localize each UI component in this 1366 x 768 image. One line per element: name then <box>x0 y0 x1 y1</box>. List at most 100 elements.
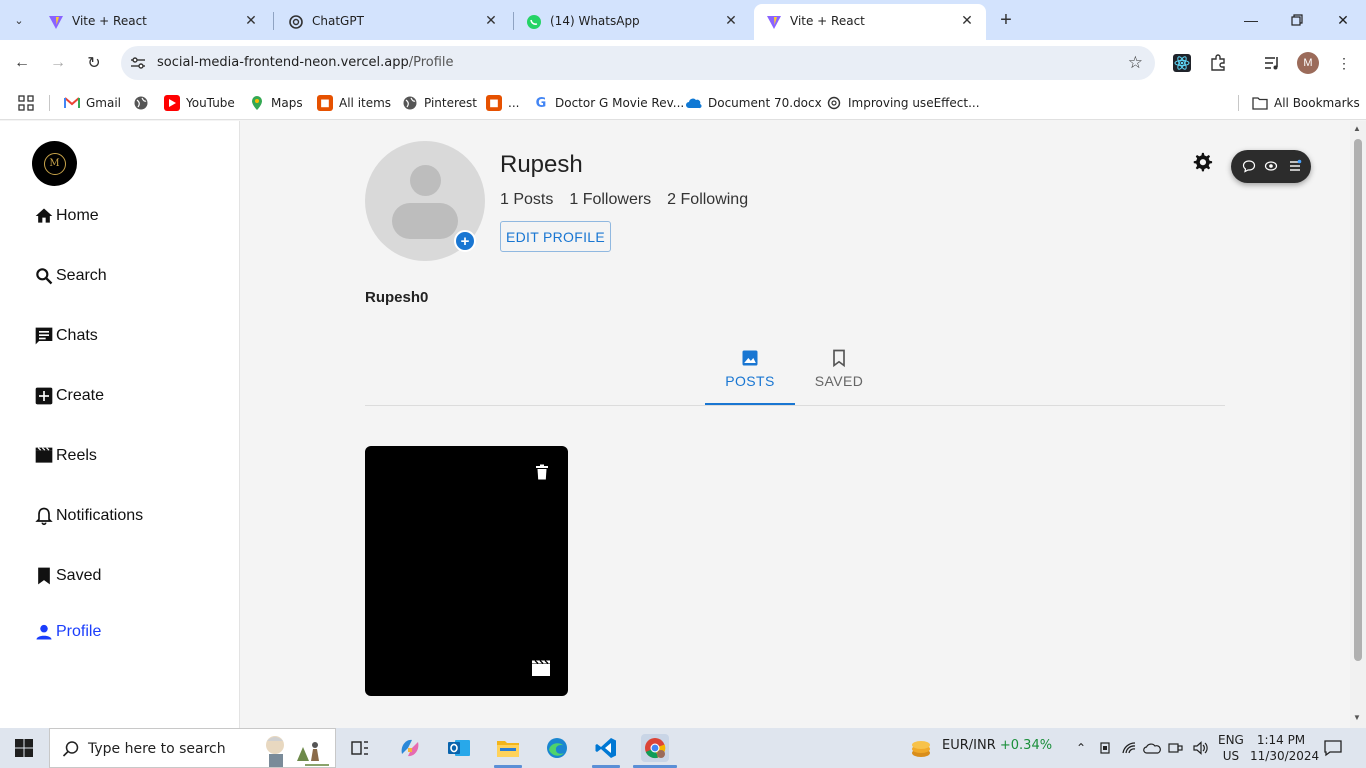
restore-button[interactable] <box>1283 6 1311 34</box>
scroll-up-arrow-icon[interactable]: ▲ <box>1353 124 1361 133</box>
windows-start-icon[interactable] <box>0 728 48 768</box>
url-host: social-media-frontend-neon.vercel.app <box>157 55 409 70</box>
minimize-button[interactable]: — <box>1237 6 1265 34</box>
address-bar[interactable]: social-media-frontend-neon.vercel.app/Pr… <box>121 46 1155 80</box>
post-thumbnail[interactable] <box>365 446 568 696</box>
onedrive-cloud-icon[interactable] <box>1143 739 1161 757</box>
sidebar-item-notifications[interactable]: Notifications <box>34 503 143 529</box>
box-icon: ■ <box>317 95 333 111</box>
add-box-icon <box>34 386 54 406</box>
bookmark-youtube[interactable]: YouTube <box>164 93 235 113</box>
tab-label: SAVED <box>814 373 864 389</box>
device-tray-icon[interactable] <box>1096 739 1114 757</box>
scrollbar-thumb[interactable] <box>1354 139 1362 661</box>
bookmark-doctor-g[interactable]: G Doctor G Movie Rev... <box>533 93 685 113</box>
sidebar-item-saved[interactable]: Saved <box>34 563 101 589</box>
bookmark-all-items[interactable]: ■ All items <box>317 93 391 113</box>
currency-ticker[interactable]: EUR/INR +0.34% <box>942 738 1052 753</box>
tab-title: Vite + React <box>72 14 147 28</box>
apps-grid-icon[interactable] <box>18 93 34 113</box>
wifi-icon[interactable] <box>1120 739 1138 757</box>
bookmark-document[interactable]: Document 70.docx <box>686 93 822 113</box>
chrome-icon[interactable] <box>641 734 669 762</box>
sidebar-item-home[interactable]: Home <box>34 203 99 229</box>
bookmark-globe[interactable] <box>133 93 155 113</box>
all-bookmarks-folder[interactable]: All Bookmarks <box>1252 93 1360 113</box>
tab-separator <box>273 12 274 30</box>
sidebar-item-label: Search <box>56 267 107 284</box>
bookmark-label: ... <box>508 96 520 110</box>
vscode-icon[interactable] <box>592 734 620 762</box>
bookmark-gmail[interactable]: Gmail <box>64 93 121 113</box>
browser-tab-vite-1[interactable]: Vite + React ✕ <box>36 4 270 40</box>
settings-gear-icon[interactable] <box>1190 150 1214 174</box>
followers-count[interactable]: 1 Followers <box>569 191 651 209</box>
menu-lines-icon[interactable] <box>1287 158 1303 174</box>
edit-profile-button[interactable]: EDIT PROFILE <box>500 221 611 252</box>
copilot-icon[interactable] <box>396 734 424 762</box>
ticker-change: +0.34% <box>999 738 1053 753</box>
react-devtools-icon[interactable] <box>1170 51 1194 75</box>
sidebar-item-profile[interactable]: Profile <box>34 619 101 645</box>
following-count[interactable]: 2 Following <box>667 191 748 209</box>
movie-icon <box>34 446 54 466</box>
bookmark-label: All Bookmarks <box>1274 96 1360 110</box>
volume-speaker-icon[interactable] <box>1192 739 1210 757</box>
close-window-button[interactable]: ✕ <box>1329 6 1357 34</box>
sidebar-item-chats[interactable]: Chats <box>34 323 98 349</box>
close-tab-icon[interactable]: ✕ <box>242 12 260 30</box>
sidebar-item-reels[interactable]: Reels <box>34 443 97 469</box>
show-hidden-icons-chevron-icon[interactable]: ⌃ <box>1072 739 1090 757</box>
bookmark-label: Maps <box>271 96 303 110</box>
browser-tab-chatgpt[interactable]: ChatGPT ✕ <box>276 4 510 40</box>
taskbar-search-box[interactable]: Type here to search <box>49 728 336 768</box>
close-tab-icon[interactable]: ✕ <box>958 12 976 30</box>
edge-browser-icon[interactable] <box>543 734 571 762</box>
box-icon: ■ <box>486 95 502 111</box>
site-info-icon[interactable] <box>129 54 147 72</box>
browser-menu-kebab-icon[interactable]: ⋮ <box>1332 51 1356 75</box>
sidebar-item-create[interactable]: Create <box>34 383 104 409</box>
tab-saved[interactable]: SAVED <box>794 345 884 405</box>
eye-toggle-icon[interactable] <box>1263 158 1279 174</box>
notification-center-icon[interactable] <box>1323 738 1343 758</box>
close-tab-icon[interactable]: ✕ <box>722 12 740 30</box>
close-tab-icon[interactable]: ✕ <box>482 12 500 30</box>
bookmark-maps[interactable]: Maps <box>249 93 303 113</box>
network-icon[interactable] <box>1167 739 1185 757</box>
delete-trash-icon[interactable] <box>534 464 550 480</box>
chatgpt-favicon-icon <box>288 14 304 30</box>
outlook-icon[interactable] <box>445 734 473 762</box>
bookmark-useeffect[interactable]: Improving useEffect... <box>826 93 980 113</box>
whatsapp-favicon-icon <box>526 14 542 30</box>
tab-search-chevron-icon[interactable]: ⌄ <box>8 9 30 31</box>
media-controls-icon[interactable] <box>1260 51 1284 75</box>
bookmark-pinterest[interactable]: Pinterest <box>402 93 477 113</box>
comment-bubble-icon[interactable] <box>1241 158 1257 174</box>
bookmark-star-icon[interactable]: ☆ <box>1128 53 1143 73</box>
input-language-indicator[interactable]: ENG US <box>1218 732 1244 764</box>
back-arrow-icon[interactable]: ← <box>10 51 34 75</box>
bookmark-label: Improving useEffect... <box>848 96 980 110</box>
reload-icon[interactable]: ↻ <box>82 51 106 75</box>
extensions-puzzle-icon[interactable] <box>1206 51 1230 75</box>
posts-count[interactable]: 1 Posts <box>500 191 553 209</box>
scroll-down-arrow-icon[interactable]: ▼ <box>1353 713 1361 722</box>
page-scrollbar[interactable]: ▲ ▼ <box>1350 121 1366 728</box>
add-profile-photo-button[interactable]: + <box>454 230 476 252</box>
browser-tab-vite-active[interactable]: Vite + React ✕ <box>754 4 986 40</box>
new-tab-button[interactable]: + <box>994 8 1018 32</box>
system-clock[interactable]: 1:14 PM 11/30/2024 <box>1250 732 1319 764</box>
sidebar-item-search[interactable]: Search <box>34 263 107 289</box>
app-logo[interactable]: M <box>32 141 77 186</box>
file-explorer-icon[interactable] <box>494 734 522 762</box>
tab-posts[interactable]: POSTS <box>705 345 795 405</box>
bookmark-icon <box>34 566 54 586</box>
forward-arrow-icon[interactable]: → <box>46 51 70 75</box>
bookmark-ellipsis[interactable]: ■ ... <box>486 93 519 113</box>
tab-title: (14) WhatsApp <box>550 14 640 28</box>
browser-tab-whatsapp[interactable]: (14) WhatsApp ✕ <box>514 4 750 40</box>
url-text[interactable]: social-media-frontend-neon.vercel.app/Pr… <box>157 55 454 70</box>
browser-profile-avatar[interactable]: M <box>1297 52 1319 74</box>
task-view-icon[interactable] <box>346 734 374 762</box>
